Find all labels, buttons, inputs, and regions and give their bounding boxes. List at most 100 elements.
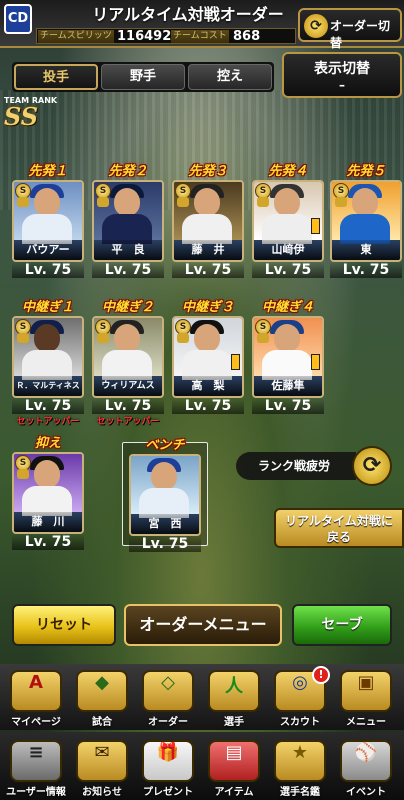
display-switch-button[interactable]: 表示切替 – [282, 52, 402, 98]
team-rank-value: SS [4, 102, 39, 131]
nav-item[interactable]: ▤ アイテム [202, 736, 266, 798]
player-level: Lv. 75 [12, 262, 84, 278]
nav-label: アイテム [214, 787, 254, 798]
team-logo: CD [4, 4, 32, 34]
player-card[interactable]: S 山﨑伊 [252, 180, 324, 262]
player-card[interactable]: 宮 西 [129, 454, 201, 536]
player-name: 山﨑伊 [254, 240, 322, 260]
nav-menu[interactable]: ▣ メニュー [334, 666, 398, 728]
player-card[interactable]: S 藤 川 [12, 452, 84, 534]
team-stats: チームスピリッツ 116492 チームコスト 868 [36, 28, 296, 44]
nav-label: メニュー [346, 717, 386, 728]
player-card[interactable]: S 佐藤隼 [252, 316, 324, 398]
slot-label: 抑え [34, 436, 61, 451]
stadium-icon: ◆ [76, 670, 128, 712]
player-level: Lv. 75 [92, 262, 164, 278]
player-name: 平 良 [94, 240, 162, 260]
sub-badge-icon [177, 197, 189, 207]
sub-badge-icon [257, 197, 269, 207]
back-to-realtime-button[interactable]: リアルタイム対戦に 戻る [274, 508, 404, 548]
sub-badge-icon [97, 333, 109, 343]
team-cost-label: チームコスト [171, 30, 229, 43]
nav-present[interactable]: 🎁 プレゼント [136, 736, 200, 798]
nav-label: スカウト [280, 717, 320, 728]
back-button-label: リアルタイム対戦に 戻る [285, 514, 393, 544]
rank-fatigue-toggle[interactable]: ランク戦疲労 [236, 452, 356, 480]
sub-badge-icon [177, 333, 189, 343]
display-switch-value: – [339, 78, 345, 92]
player-level: Lv. 75 [92, 398, 164, 414]
player-card[interactable]: S Ｒ．マルティネス [12, 316, 84, 398]
nav-label: イベント [346, 787, 386, 798]
player-name: 藤 川 [14, 512, 82, 532]
position-tabs: 投手 野手 控え [12, 62, 274, 92]
order-menu-button[interactable]: オーダーメニュー [124, 604, 282, 646]
reset-button[interactable]: リセット [12, 604, 116, 646]
slot-label: 先発１ [28, 164, 68, 179]
slot-label: ベンチ [145, 438, 185, 453]
player-name: 東 [332, 240, 400, 260]
slot-label: 中継ぎ２ [101, 300, 154, 315]
player-card[interactable]: S 高 梨 [172, 316, 244, 398]
nav-news[interactable]: ✉ お知らせ [70, 736, 134, 798]
sub-badge-icon [17, 197, 29, 207]
player-name: Ｒ．マルティネス [14, 376, 82, 396]
tab-fielder[interactable]: 野手 [101, 64, 185, 90]
team-spirits-value: 116492 [117, 29, 172, 44]
player-level: Lv. 75 [172, 398, 244, 414]
nav-mypage[interactable]: A マイページ [4, 666, 68, 728]
slot-label: 先発２ [108, 164, 148, 179]
nav-player-directory[interactable]: ★ 選手名鑑 [268, 736, 332, 798]
nav-label: お知らせ [82, 787, 122, 798]
mail-icon: ✉ [76, 740, 128, 782]
player-card[interactable]: S ウィリアムス [92, 316, 164, 398]
gift-icon: 🎁 [142, 740, 194, 782]
player-level: Lv. 75 [252, 262, 324, 278]
player-card[interactable]: S 藤 井 [172, 180, 244, 262]
baseball-icon: ⚾ [340, 740, 392, 782]
tab-pitcher[interactable]: 投手 [14, 64, 98, 90]
slot-label: 先発４ [268, 164, 308, 179]
sub-badge-icon [257, 333, 269, 343]
nav-label: マイページ [11, 717, 61, 728]
menu-icon: ▣ [340, 670, 392, 712]
nav-label: オーダー [148, 717, 188, 728]
user-info-icon: ≡ [10, 740, 62, 782]
display-switch-label: 表示切替 [314, 61, 370, 77]
nav-scout[interactable]: ◎ ! スカウト [268, 666, 332, 728]
fatigue-marker [311, 218, 320, 234]
nav-match[interactable]: ◆ 試合 [70, 666, 134, 728]
player-card[interactable]: S 平 良 [92, 180, 164, 262]
player-level: Lv. 75 [172, 262, 244, 278]
slot-label: 中継ぎ４ [261, 300, 314, 315]
player-level: Lv. 75 [12, 398, 84, 414]
save-button[interactable]: セーブ [292, 604, 392, 646]
player-name: 高 梨 [174, 376, 242, 396]
secondary-nav: ≡ ユーザー情報 ✉ お知らせ 🎁 プレゼント ▤ アイテム ★ 選手名鑑 ⚾ … [0, 732, 404, 800]
refresh-icon[interactable]: ⟳ [352, 446, 392, 486]
field-icon: ◇ [142, 670, 194, 712]
sub-badge-icon [97, 197, 109, 207]
player-card[interactable]: S バウアー [12, 180, 84, 262]
player-level: Lv. 75 [330, 262, 402, 278]
header-bar: CD リアルタイム対戦オーダー チームスピリッツ 116492 チームコスト 8… [0, 0, 404, 50]
sub-badge-icon [17, 469, 29, 479]
nav-label: プレゼント [143, 787, 193, 798]
tab-reserve[interactable]: 控え [188, 64, 272, 90]
refresh-icon: ⟳ [304, 14, 328, 38]
slot-label: 先発３ [188, 164, 228, 179]
mypage-icon: A [10, 670, 62, 712]
nav-player[interactable]: 人 選手 [202, 666, 266, 728]
notification-badge: ! [312, 666, 330, 684]
nav-user-info[interactable]: ≡ ユーザー情報 [4, 736, 68, 798]
nav-label: 選手 [224, 717, 244, 728]
player-level: Lv. 75 [252, 398, 324, 414]
player-name: バウアー [14, 240, 82, 260]
order-switch-button[interactable]: ⟳ オーダー切替 [298, 8, 402, 50]
player-card[interactable]: S 東 [330, 180, 402, 262]
item-icon: ▤ [208, 740, 260, 782]
nav-event[interactable]: ⚾ イベント [334, 736, 398, 798]
nav-order[interactable]: ◇ オーダー [136, 666, 200, 728]
player-level: Lv. 75 [129, 536, 201, 552]
player-name: 宮 西 [131, 514, 199, 534]
